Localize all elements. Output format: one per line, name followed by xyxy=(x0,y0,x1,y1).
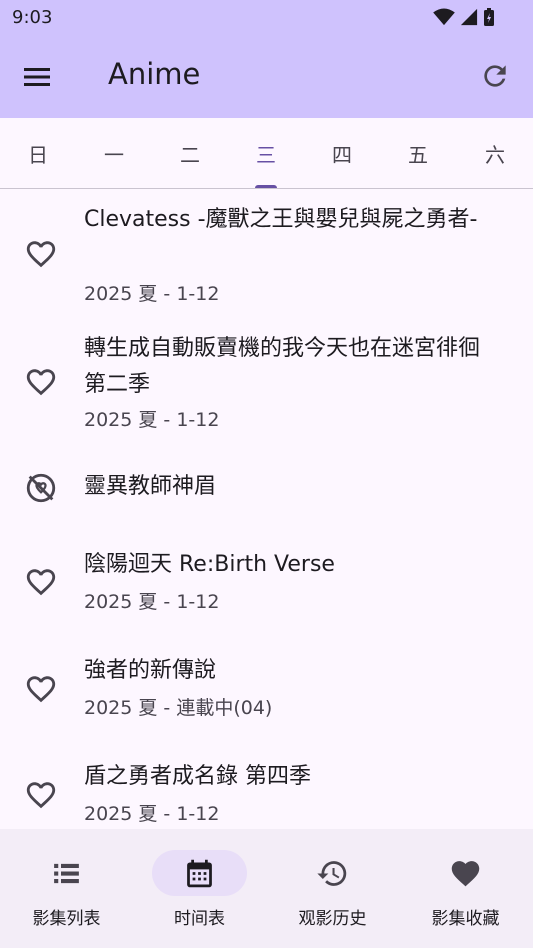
tab-label: 三 xyxy=(256,142,276,167)
tab-mon[interactable]: 一 xyxy=(76,118,152,188)
heart-outline-icon[interactable] xyxy=(24,672,58,706)
heart-outline-icon[interactable] xyxy=(24,778,58,812)
tab-label: 二 xyxy=(180,142,200,167)
tab-label: 六 xyxy=(485,142,505,167)
tab-thu[interactable]: 四 xyxy=(304,118,380,188)
signal-icon xyxy=(460,8,478,26)
day-tabs: 日 一 二 三 四 五 六 xyxy=(0,118,533,189)
list-item[interactable]: 轉生成自動販賣機的我今天也在迷宮徘徊 第二季 2025 夏 - 1-12 xyxy=(0,319,533,447)
list-item[interactable]: Clevatess -魔獸之王與嬰兒與屍之勇者- 2025 夏 - 1-12 xyxy=(0,189,533,319)
nav-label: 影集列表 xyxy=(32,909,101,929)
tab-label: 日 xyxy=(28,142,48,167)
status-icons xyxy=(433,7,495,27)
tab-label: 五 xyxy=(408,142,428,167)
item-title: 盾之勇者成名錄 第四季 xyxy=(84,764,311,789)
status-bar: 9:03 xyxy=(0,0,533,36)
item-title: Clevatess -魔獸之王與嬰兒與屍之勇者- xyxy=(84,207,478,232)
item-title: 轉生成自動販賣機的我今天也在迷宮徘徊 第二季 xyxy=(84,336,481,397)
heart-broken-icon[interactable] xyxy=(24,471,58,505)
heart-outline-icon[interactable] xyxy=(24,365,58,399)
nav-item-schedule[interactable]: 时间表 xyxy=(133,829,266,948)
list-item[interactable]: 靈異教師神眉 xyxy=(0,447,533,529)
list-icon xyxy=(54,863,79,884)
list-item[interactable]: 強者的新傳說 2025 夏 - 連載中(04) xyxy=(0,635,533,741)
list-item[interactable]: 陰陽迴天 Re:Birth Verse 2025 夏 - 1-12 xyxy=(0,529,533,635)
nav-label: 影集收藏 xyxy=(431,909,500,929)
item-subtitle: 2025 夏 - 1-12 xyxy=(84,409,220,431)
tab-fri[interactable]: 五 xyxy=(380,118,456,188)
item-subtitle: 2025 夏 - 1-12 xyxy=(84,283,220,305)
nav-label: 时间表 xyxy=(174,909,225,929)
heart-icon xyxy=(451,861,480,887)
item-title: 陰陽迴天 Re:Birth Verse xyxy=(84,552,335,577)
item-subtitle: 2025 夏 - 1-12 xyxy=(84,803,220,825)
heart-outline-icon[interactable] xyxy=(24,565,58,599)
bottom-navigation: 影集列表 时间表 观影历史 影集收藏 xyxy=(0,829,533,948)
calendar-icon xyxy=(187,859,212,888)
wifi-icon xyxy=(433,8,455,26)
tab-indicator xyxy=(255,185,277,188)
heart-outline-icon[interactable] xyxy=(24,237,58,271)
list-item[interactable]: 盾之勇者成名錄 第四季 2025 夏 - 1-12 xyxy=(0,741,533,829)
tab-wed[interactable]: 三 xyxy=(228,118,304,188)
status-time: 9:03 xyxy=(12,7,53,28)
tab-label: 四 xyxy=(332,142,352,167)
item-subtitle: 2025 夏 - 連載中(04) xyxy=(84,697,273,719)
item-title: 強者的新傳說 xyxy=(84,658,217,683)
history-icon xyxy=(317,861,347,886)
tab-tue[interactable]: 二 xyxy=(152,118,228,188)
tab-sun[interactable]: 日 xyxy=(0,118,76,188)
nav-item-series-list[interactable]: 影集列表 xyxy=(0,829,133,948)
menu-button[interactable] xyxy=(22,62,60,92)
nav-item-favorites[interactable]: 影集收藏 xyxy=(399,829,532,948)
tab-sat[interactable]: 六 xyxy=(457,118,533,188)
page-title: Anime xyxy=(108,57,201,91)
item-title: 靈異教師神眉 xyxy=(84,474,217,499)
nav-label: 观影历史 xyxy=(298,909,367,929)
nav-item-history[interactable]: 观影历史 xyxy=(266,829,399,948)
refresh-button[interactable] xyxy=(479,60,513,94)
top-app-bar: Anime xyxy=(0,36,533,118)
menu-icon xyxy=(24,68,50,86)
refresh-icon xyxy=(484,65,506,87)
tab-label: 一 xyxy=(104,142,124,167)
anime-list[interactable]: Clevatess -魔獸之王與嬰兒與屍之勇者- 2025 夏 - 1-12 轉… xyxy=(0,189,533,829)
item-subtitle: 2025 夏 - 1-12 xyxy=(84,591,220,613)
battery-icon xyxy=(484,8,494,26)
